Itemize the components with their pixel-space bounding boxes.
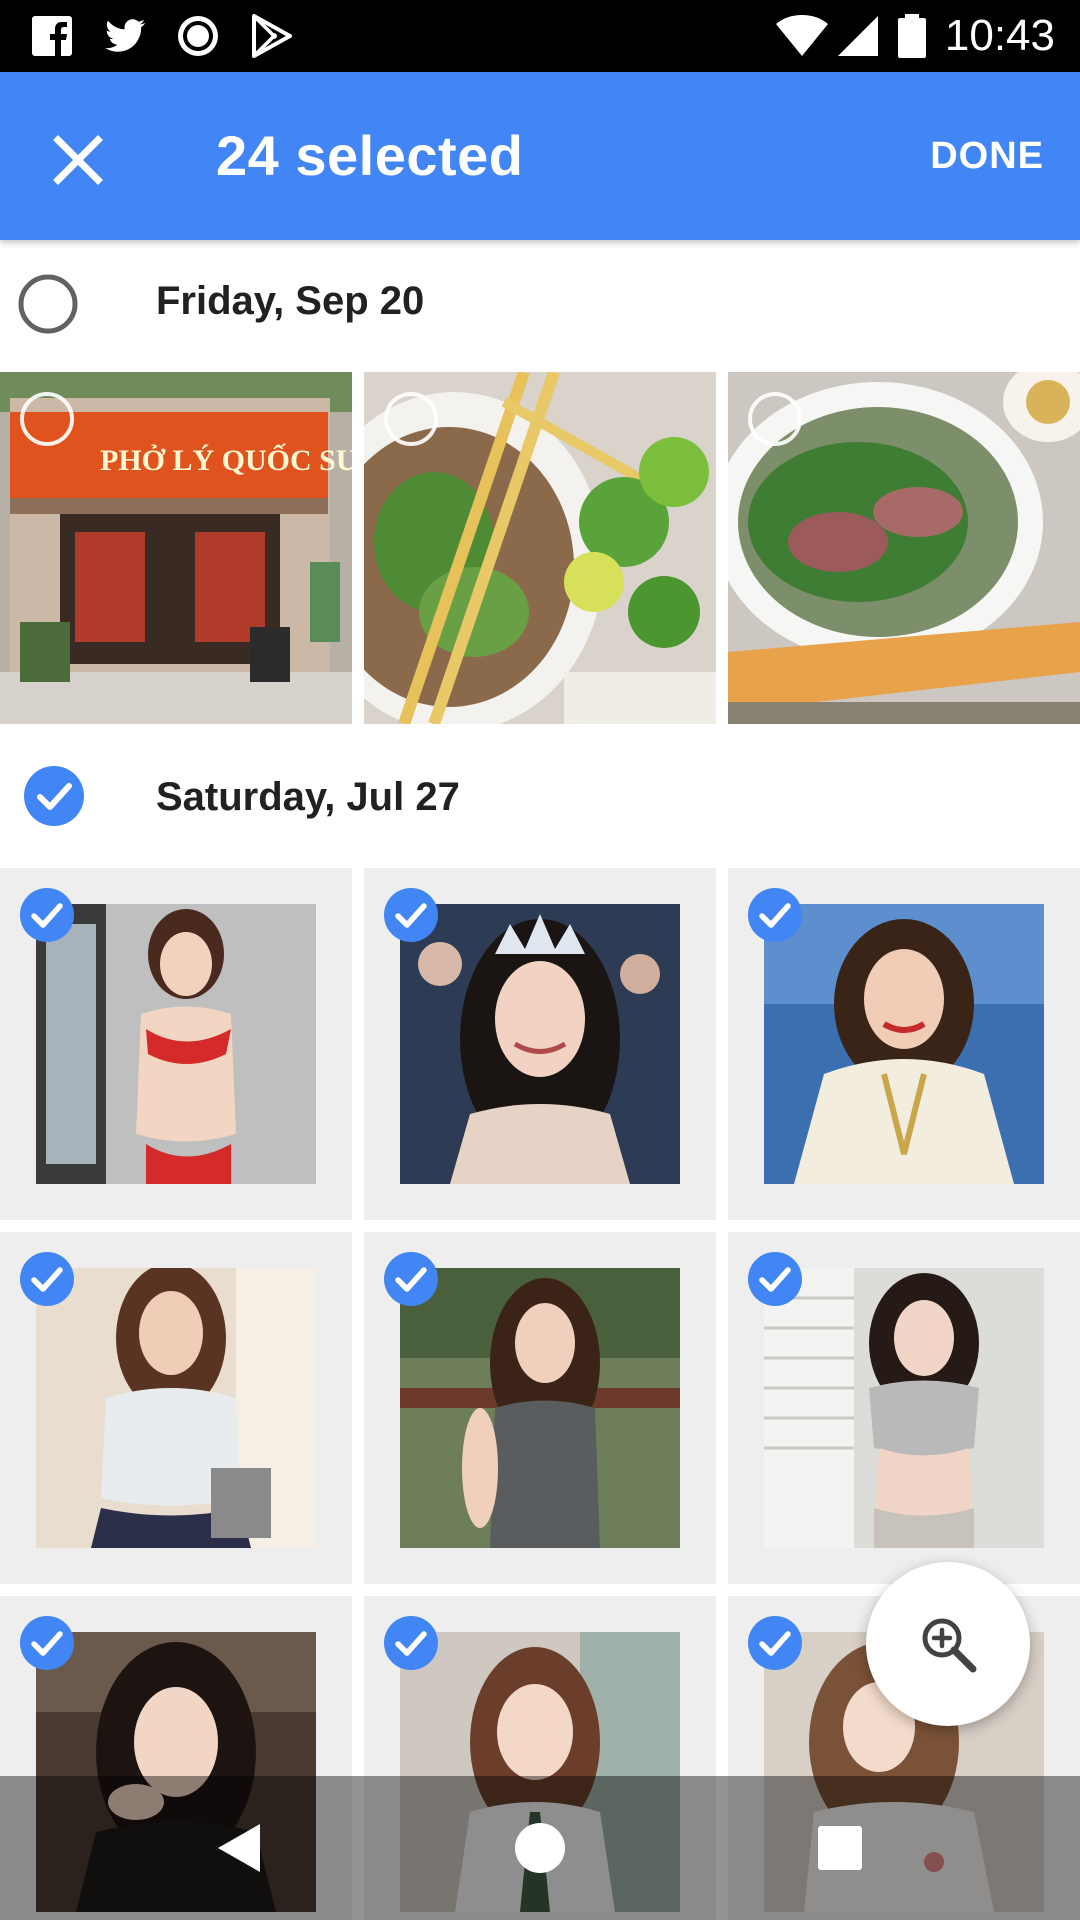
twitter-icon bbox=[105, 19, 146, 52]
zoom-in-icon bbox=[922, 1618, 977, 1673]
photo-tile[interactable] bbox=[364, 372, 716, 724]
selection-count-title: 24 selected bbox=[216, 124, 524, 187]
selection-app-bar: 24 selected DONE bbox=[0, 72, 1080, 240]
play-store-icon bbox=[252, 14, 292, 58]
battery-icon bbox=[898, 14, 926, 58]
status-bar: 10:43 bbox=[0, 0, 1080, 72]
record-icon bbox=[178, 16, 218, 56]
select-day-check-icon[interactable] bbox=[22, 764, 86, 828]
photo-tile[interactable] bbox=[364, 868, 716, 1220]
selected-check-icon[interactable] bbox=[18, 1250, 76, 1308]
photo-tile[interactable] bbox=[728, 868, 1080, 1220]
woman-white-dress-photo bbox=[764, 904, 1044, 1184]
selected-check-icon[interactable] bbox=[746, 1614, 804, 1672]
woman-with-crown-photo bbox=[400, 904, 680, 1184]
selected-check-icon[interactable] bbox=[746, 1250, 804, 1308]
photo-tile[interactable] bbox=[0, 1232, 352, 1584]
close-icon[interactable] bbox=[36, 118, 120, 202]
date-label: Saturday, Jul 27 bbox=[156, 775, 460, 819]
date-label: Friday, Sep 20 bbox=[156, 279, 425, 323]
selected-check-icon[interactable] bbox=[18, 886, 76, 944]
date-header: Friday, Sep 20 bbox=[0, 240, 1080, 370]
photo-tile[interactable] bbox=[364, 1232, 716, 1584]
photo-picker-screen: 10:43 24 selected DONE Friday, Sep 20 PH… bbox=[0, 0, 1080, 1920]
selected-check-icon[interactable] bbox=[18, 1614, 76, 1672]
photo-tile[interactable] bbox=[728, 1232, 1080, 1584]
unselected-circle-icon[interactable] bbox=[18, 390, 76, 448]
photo-tile[interactable] bbox=[0, 868, 352, 1220]
clock: 10:43 bbox=[944, 11, 1055, 60]
done-button[interactable]: DONE bbox=[930, 128, 1044, 184]
home-icon[interactable] bbox=[502, 1810, 578, 1886]
shop-sign-text: PHỞ LÝ QUỐC SU bbox=[100, 443, 352, 477]
navigation-bar bbox=[0, 1776, 1080, 1920]
woman-white-tshirt-photo bbox=[36, 1268, 316, 1548]
wifi-icon bbox=[776, 15, 828, 56]
facebook-icon bbox=[32, 16, 72, 56]
woman-gray-top-photo bbox=[764, 1268, 1044, 1548]
selected-check-icon[interactable] bbox=[382, 886, 440, 944]
zoom-button[interactable] bbox=[866, 1562, 1030, 1726]
signal-icon bbox=[838, 16, 878, 56]
selected-check-icon[interactable] bbox=[382, 1250, 440, 1308]
woman-red-swimsuit-photo bbox=[36, 904, 316, 1184]
date-header: Saturday, Jul 27 bbox=[0, 734, 1080, 864]
selected-check-icon[interactable] bbox=[746, 886, 804, 944]
recents-icon[interactable] bbox=[802, 1810, 878, 1886]
unselected-circle-icon[interactable] bbox=[382, 390, 440, 448]
photo-tile[interactable]: PHỞ LÝ QUỐC SU bbox=[0, 372, 352, 724]
back-icon[interactable] bbox=[202, 1810, 278, 1886]
select-day-circle-icon[interactable] bbox=[16, 272, 80, 336]
woman-gray-tanktop-photo bbox=[400, 1268, 680, 1548]
photo-tile[interactable] bbox=[728, 372, 1080, 724]
selected-check-icon[interactable] bbox=[382, 1614, 440, 1672]
unselected-circle-icon[interactable] bbox=[746, 390, 804, 448]
